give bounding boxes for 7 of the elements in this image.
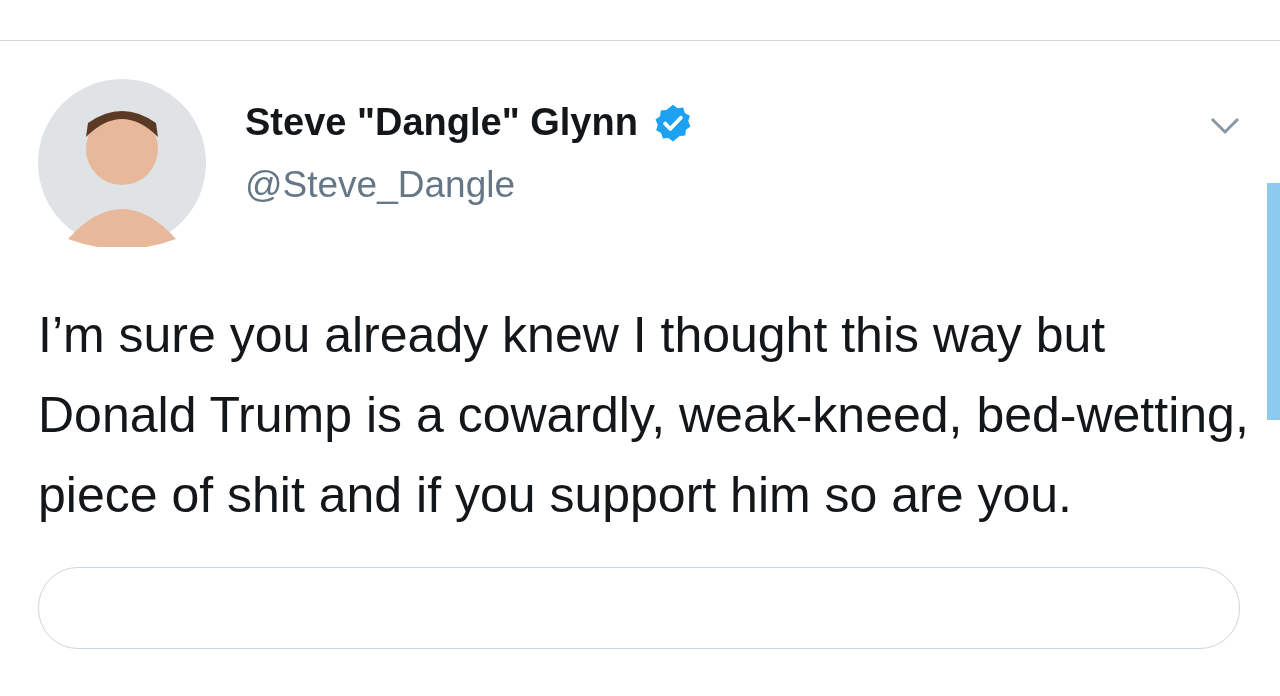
chevron-down-icon[interactable] (1210, 117, 1240, 135)
card-background[interactable] (38, 567, 1240, 649)
tweet-text: I’m sure you already knew I thought this way but Donald Trump is a cowardly, weak-kneed, bed-wetting, piece of shit and if you support him so are you. (38, 306, 1250, 525)
scroll-bar[interactable] (1267, 183, 1280, 420)
author-name[interactable]: Steve "Dangle" Glynn (245, 101, 638, 144)
author-handle[interactable]: @Steve_Dangle (245, 164, 694, 206)
avatar-icon[interactable] (38, 79, 206, 247)
